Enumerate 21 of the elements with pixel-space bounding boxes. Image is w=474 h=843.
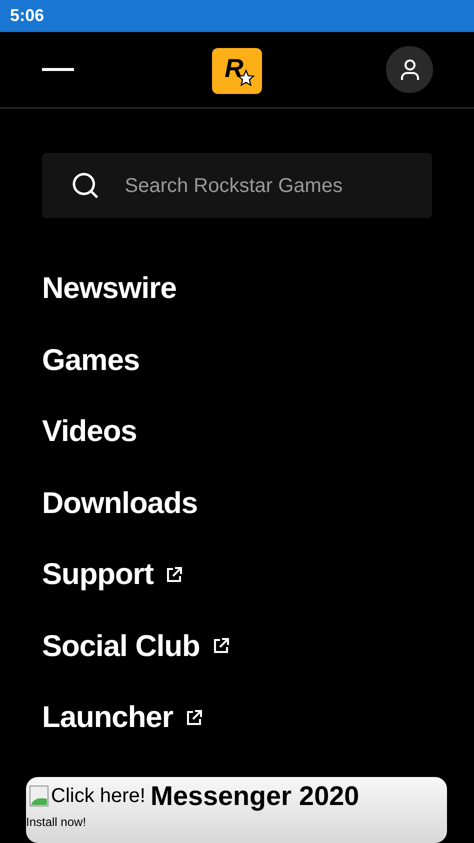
status-time: 5:06 xyxy=(10,5,44,28)
menu-icon xyxy=(42,68,74,71)
image-alt-text: Click here! xyxy=(51,784,146,809)
menu-link[interactable]: Support xyxy=(42,552,154,598)
broken-image-icon xyxy=(29,785,49,807)
menu-link[interactable]: Videos xyxy=(42,409,137,454)
logo[interactable]: R xyxy=(212,48,262,94)
menu-link[interactable]: Games xyxy=(42,338,140,383)
search-field[interactable]: Search Rockstar Games xyxy=(42,153,432,218)
user-icon xyxy=(400,58,420,80)
menu-link[interactable]: Social Club xyxy=(42,624,200,669)
menu-link[interactable]: Launcher xyxy=(42,695,174,740)
search-input: Search Rockstar Games xyxy=(124,170,402,200)
menu-link[interactable]: Downloads xyxy=(42,480,198,526)
ad-title: Messenger 2020 xyxy=(150,782,360,810)
menu-link[interactable]: Newswire xyxy=(42,266,176,312)
logo-letter: R xyxy=(224,55,244,81)
ad-subtitle: Install now! xyxy=(26,814,88,831)
account-button[interactable] xyxy=(386,46,433,93)
search-icon xyxy=(72,172,100,200)
ad-banner[interactable]: Click here! Messenger 2020 Install now! xyxy=(26,777,447,843)
